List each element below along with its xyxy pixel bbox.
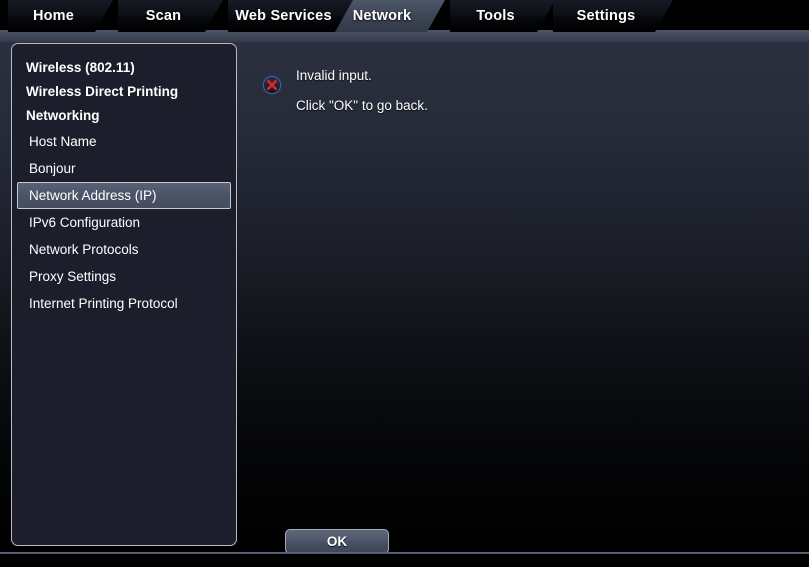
tab-settings[interactable]: Settings — [553, 0, 673, 32]
sidebar-group-networking: Networking — [26, 108, 100, 123]
tab-home[interactable]: Home — [8, 0, 113, 32]
sidebar-item-proxy-settings[interactable]: Proxy Settings — [17, 263, 231, 290]
sidebar-item-internet-printing-protocol[interactable]: Internet Printing Protocol — [17, 290, 231, 317]
printer-ui-screen: Home Scan Web Services Network Tools Settings… — [0, 0, 809, 567]
sidebar-item-network-address-ip[interactable]: Network Address (IP) — [17, 182, 231, 209]
sidebar-group-list: Wireless (802.11) Wireless Direct Printin… — [12, 56, 236, 128]
ok-button[interactable]: OK — [285, 529, 389, 553]
sidebar-item-ipv6-configuration[interactable]: IPv6 Configuration — [17, 209, 231, 236]
tab-web-services[interactable]: Web Services — [228, 0, 353, 32]
sidebar-item-network-protocols[interactable]: Network Protocols — [17, 236, 231, 263]
tab-tools[interactable]: Tools — [450, 0, 555, 32]
sidebar-group-wireless-direct-printing: Wireless Direct Printing — [26, 84, 179, 99]
error-x-circle-icon — [261, 74, 283, 96]
navigation-sidebar: Wireless (802.11) Wireless Direct Printin… — [11, 43, 237, 546]
tab-shape — [118, 0, 223, 32]
error-message-line-2: Click "OK" to go back. — [296, 98, 428, 113]
error-message-line-1: Invalid input. — [296, 68, 372, 83]
tab-bar: Home Scan Web Services Network Tools Settings — [0, 0, 809, 42]
tab-shape — [228, 0, 353, 32]
bottom-filler — [0, 554, 809, 567]
page-body: Wireless (802.11) Wireless Direct Printin… — [0, 42, 809, 553]
tab-shape — [450, 0, 555, 32]
sidebar-item-list: Host Name Bonjour Network Address (IP) IPv6… — [12, 128, 236, 317]
sidebar-item-bonjour[interactable]: Bonjour — [17, 155, 231, 182]
tab-scan[interactable]: Scan — [118, 0, 223, 32]
tab-shape — [553, 0, 673, 32]
sidebar-item-host-name[interactable]: Host Name — [17, 128, 231, 155]
tab-shape — [8, 0, 113, 32]
sidebar-group-wireless-802-11-: Wireless (802.11) — [26, 60, 135, 75]
